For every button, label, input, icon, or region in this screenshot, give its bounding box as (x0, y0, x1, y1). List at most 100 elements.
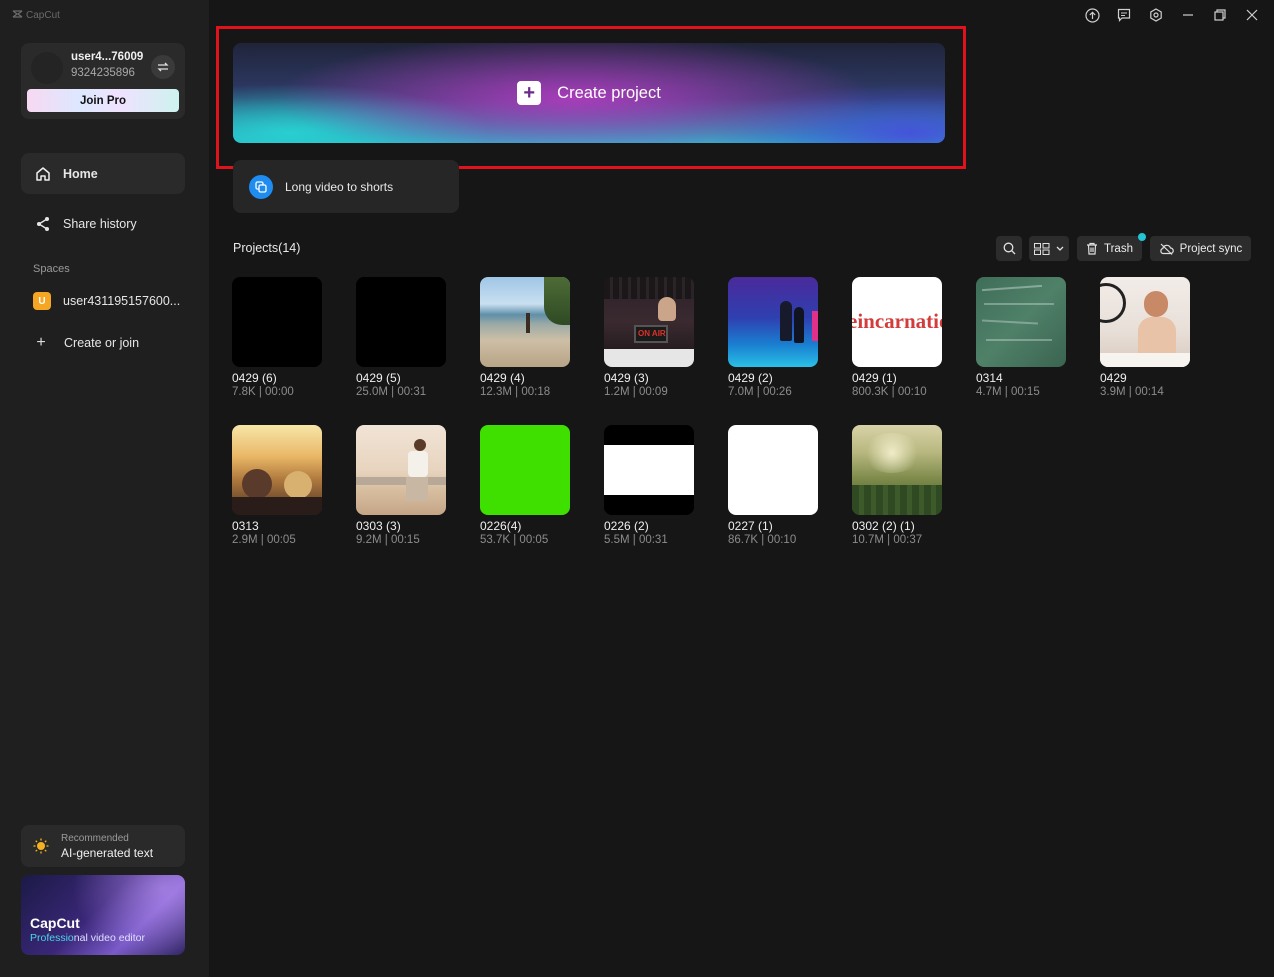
project-card[interactable]: 0429 (5) 25.0M | 00:31 (356, 277, 446, 398)
project-thumbnail[interactable] (852, 425, 942, 515)
project-meta: 3.9M | 00:14 (1100, 386, 1164, 398)
project-card[interactable]: 0429 (2) 7.0M | 00:26 (728, 277, 818, 398)
project-thumbnail[interactable] (480, 277, 570, 367)
project-thumbnail[interactable]: ON AIR (604, 277, 694, 367)
create-project-button[interactable]: + Create project (233, 43, 945, 143)
promo-title: CapCut (30, 915, 80, 931)
project-meta: 2.9M | 00:05 (232, 534, 296, 546)
project-name: 0313 (232, 519, 259, 533)
project-name: 0314 (976, 371, 1003, 385)
minimize-button[interactable] (1172, 6, 1204, 24)
project-card[interactable]: 0227 (1) 86.7K | 00:10 (728, 425, 818, 546)
project-card[interactable]: ON AIR 0429 (3) 1.2M | 00:09 (604, 277, 694, 398)
feedback-icon (1117, 8, 1131, 22)
project-name: 0226(4) (480, 519, 522, 533)
project-card[interactable]: 0429 (4) 12.3M | 00:18 (480, 277, 570, 398)
switch-account-button[interactable] (151, 55, 175, 79)
nav-item-home[interactable]: Home (21, 153, 185, 194)
project-card[interactable]: eincarnatio 0429 (1)800.3K | 00:10 (852, 277, 942, 398)
view-toggle-button[interactable] (1029, 236, 1069, 261)
project-thumbnail[interactable] (604, 425, 694, 515)
promo-banner[interactable]: CapCut Professional video editor (21, 875, 185, 955)
project-meta: 9.2M | 00:15 (356, 534, 420, 546)
long-video-label: Long video to shorts (285, 179, 394, 194)
project-thumbnail[interactable] (728, 425, 818, 515)
user-id: 9324235896 (71, 67, 135, 79)
project-card[interactable]: 0429 3.9M | 00:14 (1100, 277, 1190, 398)
project-meta: 800.3K | 00:10 (852, 386, 927, 398)
project-thumbnail[interactable] (356, 277, 446, 367)
project-name: 0227 (1) (728, 519, 773, 533)
project-name: 0429 (5) (356, 371, 401, 385)
project-meta: 25.0M | 00:31 (356, 386, 427, 398)
create-or-join-button[interactable]: + Create or join (33, 335, 139, 351)
nav-item-share-history[interactable]: Share history (21, 203, 185, 244)
project-meta: 4.7M | 00:15 (976, 386, 1040, 398)
search-icon (1003, 242, 1015, 255)
app-name: CapCut (26, 10, 60, 21)
project-name: 0429 (3) (604, 371, 649, 385)
chevron-down-icon (1056, 246, 1064, 251)
search-button[interactable] (996, 236, 1022, 261)
project-card[interactable]: 0226(4) 53.7K | 00:05 (480, 425, 570, 546)
project-sync-button[interactable]: Project sync (1150, 236, 1251, 261)
join-pro-button[interactable]: Join Pro (27, 89, 179, 112)
project-thumbnail[interactable] (728, 277, 818, 367)
sidebar: CapCut user4...76009 9324235896 Join Pro… (0, 0, 209, 977)
project-meta: 7.8K | 00:00 (232, 386, 294, 398)
nav-label-home: Home (63, 166, 98, 181)
long-video-to-shorts-button[interactable]: Long video to shorts (233, 160, 459, 213)
avatar[interactable] (31, 52, 63, 84)
space-item-user[interactable]: U user431195157600... (33, 292, 180, 310)
project-thumbnail[interactable] (232, 277, 322, 367)
trash-button[interactable]: Trash (1077, 236, 1142, 261)
project-thumbnail[interactable]: eincarnatio (852, 277, 942, 367)
upload-icon (1084, 7, 1100, 23)
feedback-button[interactable] (1108, 6, 1140, 24)
project-thumbnail[interactable] (1100, 277, 1190, 367)
project-meta: 12.3M | 00:18 (480, 386, 551, 398)
restore-icon (1214, 9, 1226, 21)
spaces-title: Spaces (33, 263, 70, 275)
project-name: 0429 (6) (232, 371, 277, 385)
app-logo: CapCut (12, 9, 60, 22)
project-thumbnail[interactable] (232, 425, 322, 515)
project-card[interactable]: 0313 2.9M | 00:05 (232, 425, 322, 546)
project-thumbnail[interactable] (356, 425, 446, 515)
recommended-card[interactable]: Recommended AI-generated text (21, 825, 185, 867)
home-icon (35, 166, 51, 182)
recommended-title: AI-generated text (61, 846, 154, 860)
minimize-icon (1183, 14, 1193, 16)
project-thumbnail[interactable] (976, 277, 1066, 367)
upload-button[interactable] (1076, 6, 1108, 24)
close-button[interactable] (1236, 6, 1268, 24)
user-card: user4...76009 9324235896 Join Pro (21, 43, 185, 119)
promo-subtitle: Professional video editor (30, 932, 145, 944)
long-video-icon (249, 174, 273, 199)
project-meta: 5.5M | 00:31 (604, 534, 668, 546)
project-meta: 1.2M | 00:09 (604, 386, 668, 398)
space-label: user431195157600... (63, 294, 181, 308)
lightbulb-icon (33, 838, 49, 854)
project-card[interactable]: 0314 4.7M | 00:15 (976, 277, 1066, 398)
gear-icon (1150, 8, 1162, 22)
project-name: 0429 (4) (480, 371, 525, 385)
create-or-join-label: Create or join (64, 336, 140, 350)
settings-button[interactable] (1140, 6, 1172, 24)
trash-label: Trash (1104, 242, 1133, 255)
project-name: 0429 (2) (728, 371, 773, 385)
project-card[interactable]: 0303 (3) 9.2M | 00:15 (356, 425, 446, 546)
project-meta: 10.7M | 00:37 (852, 534, 923, 546)
project-card[interactable]: 0226 (2) 5.5M | 00:31 (604, 425, 694, 546)
share-icon (35, 216, 51, 232)
grid-view-icon (1034, 242, 1050, 255)
space-badge: U (33, 292, 51, 310)
project-card[interactable]: 0302 (2) (1) 10.7M | 00:37 (852, 425, 942, 546)
capcut-logo-icon (12, 9, 23, 22)
project-thumbnail[interactable] (480, 425, 570, 515)
project-sync-label: Project sync (1179, 242, 1243, 255)
restore-button[interactable] (1204, 6, 1236, 24)
project-card[interactable]: 0429 (6) 7.8K | 00:00 (232, 277, 322, 398)
notification-dot (1138, 233, 1146, 241)
project-name: 0303 (3) (356, 519, 401, 533)
